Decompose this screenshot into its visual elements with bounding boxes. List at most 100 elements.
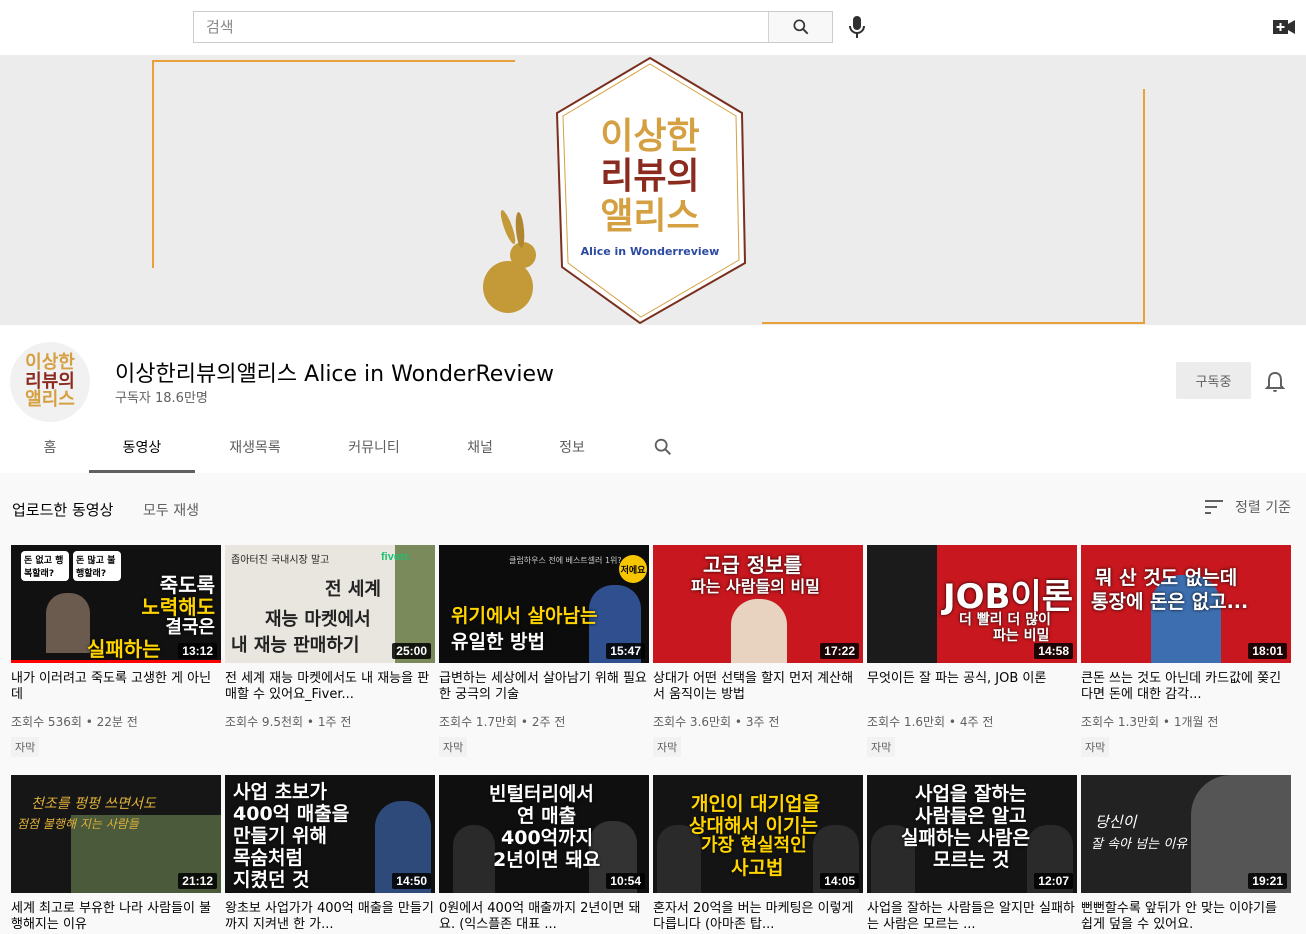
video-thumbnail[interactable]: 뭐 산 것도 없는데 통장에 돈은 없고... 18:01 [1081, 545, 1291, 663]
video-thumbnail[interactable]: JOB이론 더 빨리 더 많이 파는 비밀 14:58 [867, 545, 1077, 663]
video-card[interactable]: 빈털터리에서 연 매출 400억까지 2년이면 돼요 10:54 0원에서 40… [439, 775, 649, 933]
create-video-button[interactable] [1272, 16, 1296, 38]
video-card[interactable]: 사업을 잘하는 사람들은 알고 실패하는 사람은 모르는 것 12:07 사업을… [867, 775, 1077, 933]
video-title[interactable]: 뻔뻔할수록 앞뒤가 안 맞는 이야기를 쉽게 덮을 수 있어요. [1081, 901, 1291, 933]
video-thumbnail[interactable]: 돈 없고 행복할래? 돈 많고 불행할래? 죽도록 노력해도 결국은 실패하는 … [11, 545, 221, 663]
thumb-text: 좁아터진 국내시장 말고 [231, 555, 330, 566]
tab-videos[interactable]: 동영상 [89, 423, 195, 473]
video-title[interactable]: 사업을 잘하는 사람들은 알지만 실패하는 사람은 모르는 ... [867, 901, 1077, 933]
video-meta: 조회수 1.7만회 • 2주 전 [439, 715, 566, 729]
thumb-text: 재능 마켓에서 [265, 609, 371, 630]
video-title[interactable]: 왕초보 사업가가 400억 매출을 만들기까지 지켜낸 한 가... [225, 901, 435, 933]
video-thumbnail[interactable]: 빈털터리에서 연 매출 400억까지 2년이면 돼요 10:54 [439, 775, 649, 893]
video-duration: 10:54 [606, 873, 645, 889]
video-title[interactable]: 0원에서 400억 매출까지 2년이면 돼요. (익스플존 대표 ... [439, 901, 649, 933]
video-card[interactable]: 천조를 펑펑 쓰면서도 점점 불행해 지는 사람들 21:12 세계 최고로 부… [11, 775, 221, 933]
video-meta: 조회수 1.3만회 • 1개월 전 [1081, 715, 1219, 729]
upload-age: 22분 전 [96, 715, 138, 729]
tab-community[interactable]: 커뮤니티 [336, 423, 412, 471]
person-figure [731, 599, 787, 663]
video-card[interactable]: 고급 정보를 파는 사람들의 비밀 17:22 상대가 어떤 선택을 할지 먼저… [653, 545, 863, 757]
caption-badge: 자막 [653, 737, 682, 757]
video-title[interactable]: 무엇이든 잘 파는 공식, JOB 이론 [867, 671, 1077, 703]
thumb-text: 뭐 산 것도 없는데 [1095, 567, 1238, 589]
video-card[interactable]: 뭐 산 것도 없는데 통장에 돈은 없고... 18:01 큰돈 쓰는 것도 아… [1081, 545, 1291, 757]
video-card[interactable]: 사업 초보가 400억 매출을 만들기 위해 목숨처럼 지켰던 것 14:50 … [225, 775, 435, 933]
tab-channels[interactable]: 채널 [458, 423, 502, 471]
caption-badge: 자막 [439, 737, 468, 757]
thumb-text: 점점 불행해 지는 사람들 [17, 817, 139, 831]
video-thumbnail[interactable]: 고급 정보를 파는 사람들의 비밀 17:22 [653, 545, 863, 663]
video-thumbnail[interactable]: 사업을 잘하는 사람들은 알고 실패하는 사람은 모르는 것 12:07 [867, 775, 1077, 893]
thumb-text: 내 재능 판매하기 [231, 635, 360, 656]
microphone-icon [849, 16, 865, 38]
section-title: 업로드한 동영상 [12, 501, 114, 519]
channel-tabs: 홈 동영상 재생목록 커뮤니티 채널 정보 [0, 423, 700, 473]
video-card[interactable]: 돈 없고 행복할래? 돈 많고 불행할래? 죽도록 노력해도 결국은 실패하는 … [11, 545, 221, 757]
notification-bell-button[interactable] [1264, 370, 1286, 394]
video-title[interactable]: 급변하는 세상에서 살아남기 위해 필요한 궁극의 기술 [439, 671, 649, 703]
video-title[interactable]: 상대가 어떤 선택을 할지 먼저 계산해서 움직이는 방법 [653, 671, 863, 703]
channel-header: 이상한 리뷰의 앨리스 이상한리뷰의앨리스 Alice in WonderRev… [0, 325, 1306, 473]
video-thumbnail[interactable]: 당신이 잘 속아 넘는 이유 19:21 [1081, 775, 1291, 893]
thumb-text: 저에요 [619, 555, 647, 583]
video-title[interactable]: 내가 이러려고 죽도록 고생한 게 아닌데 [11, 671, 221, 703]
video-title[interactable]: 세계 최고로 부유한 나라 사람들이 불행해지는 이유 [11, 901, 221, 933]
video-duration: 14:05 [820, 873, 859, 889]
video-title[interactable]: 혼자서 20억을 버는 마케팅은 이렇게 다릅니다 (아마존 탑... [653, 901, 863, 933]
video-meta: 조회수 3.6만회 • 3주 전 [653, 715, 780, 729]
tab-about[interactable]: 정보 [550, 423, 594, 471]
sort-button[interactable]: 정렬 기준 [1205, 497, 1291, 517]
thumb-text: 당신이 [1095, 813, 1137, 831]
view-count: 조회수 1.7만회 [439, 715, 518, 729]
search-icon [654, 438, 672, 456]
video-thumbnail[interactable]: 사업 초보가 400억 매출을 만들기 위해 목숨처럼 지켰던 것 14:50 [225, 775, 435, 893]
bell-icon [1264, 371, 1286, 392]
upload-age: 4주 전 [959, 715, 994, 729]
search-icon [793, 19, 808, 35]
search-input[interactable] [194, 12, 768, 42]
video-duration: 21:12 [178, 873, 217, 889]
video-thumbnail[interactable]: 좁아터진 국내시장 말고 fiverr. 전 세계 재능 마켓에서 내 재능 판… [225, 545, 435, 663]
thumb-text: 파는 사람들의 비밀 [691, 577, 820, 596]
video-duration: 18:01 [1248, 643, 1287, 659]
video-thumbnail[interactable]: 천조를 펑펑 쓰면서도 점점 불행해 지는 사람들 21:12 [11, 775, 221, 893]
play-all-link[interactable]: 모두 재생 [143, 500, 199, 520]
video-meta: 조회수 1.6만회 • 4주 전 [867, 715, 994, 729]
video-title[interactable]: 큰돈 쓰는 것도 아닌데 카드값에 쫒긴다면 돈에 대한 감각... [1081, 671, 1291, 703]
search-box [193, 11, 833, 43]
sort-label: 정렬 기준 [1235, 500, 1291, 516]
channel-search-button[interactable] [652, 436, 674, 458]
subscribed-button[interactable]: 구독중 [1176, 362, 1251, 399]
banner-logo-line2: 리뷰의 [600, 156, 700, 197]
banner-logo: 이상한 리뷰의 앨리스 [590, 117, 710, 237]
video-title[interactable]: 전 세계 재능 마켓에서도 내 재능을 판매할 수 있어요_Fiver... [225, 671, 435, 703]
view-count: 조회수 9.5천회 [225, 715, 304, 729]
video-thumbnail[interactable]: 개인이 대기업을 상대해서 이기는 가장 현실적인 사고법 14:05 [653, 775, 863, 893]
video-card[interactable]: 개인이 대기업을 상대해서 이기는 가장 현실적인 사고법 14:05 혼자서 … [653, 775, 863, 933]
video-card[interactable]: JOB이론 더 빨리 더 많이 파는 비밀 14:58 무엇이든 잘 파는 공식… [867, 545, 1077, 757]
thumb-text: 사고법 [731, 857, 784, 879]
subscriber-count: 구독자 18.6만명 [115, 391, 208, 406]
upload-age: 1주 전 [317, 715, 352, 729]
channel-name: 이상한리뷰의앨리스 Alice in WonderReview [115, 362, 555, 387]
search-button[interactable] [768, 12, 832, 42]
video-thumbnail[interactable]: 클럽하우스 전에 베스트셀러 1위? 저에요 위기에서 살아남는 유일한 방법 … [439, 545, 649, 663]
tab-playlists[interactable]: 재생목록 [218, 423, 292, 471]
avatar-line3: 앨리스 [25, 389, 75, 411]
banner-logo-line1: 이상한 [600, 116, 700, 157]
tab-home[interactable]: 홈 [30, 423, 70, 471]
video-duration: 13:12 [178, 643, 217, 659]
thumb-text: 돈 많고 불행할래? [73, 551, 121, 581]
microphone-button[interactable] [845, 14, 869, 40]
avatar[interactable]: 이상한 리뷰의 앨리스 [10, 342, 90, 422]
thumb-text: 전 세계 [325, 579, 381, 600]
video-duration: 19:21 [1248, 873, 1287, 889]
thumb-text: 실패하는 [87, 637, 161, 661]
video-card[interactable]: 클럽하우스 전에 베스트셀러 1위? 저에요 위기에서 살아남는 유일한 방법 … [439, 545, 649, 757]
video-card[interactable]: 좁아터진 국내시장 말고 fiverr. 전 세계 재능 마켓에서 내 재능 판… [225, 545, 435, 730]
banner-logo-line3: 앨리스 [600, 196, 700, 237]
view-count: 조회수 3.6만회 [653, 715, 732, 729]
video-card[interactable]: 당신이 잘 속아 넘는 이유 19:21 뻔뻔할수록 앞뒤가 안 맞는 이야기를… [1081, 775, 1291, 933]
view-count: 조회수 536회 [11, 715, 82, 729]
